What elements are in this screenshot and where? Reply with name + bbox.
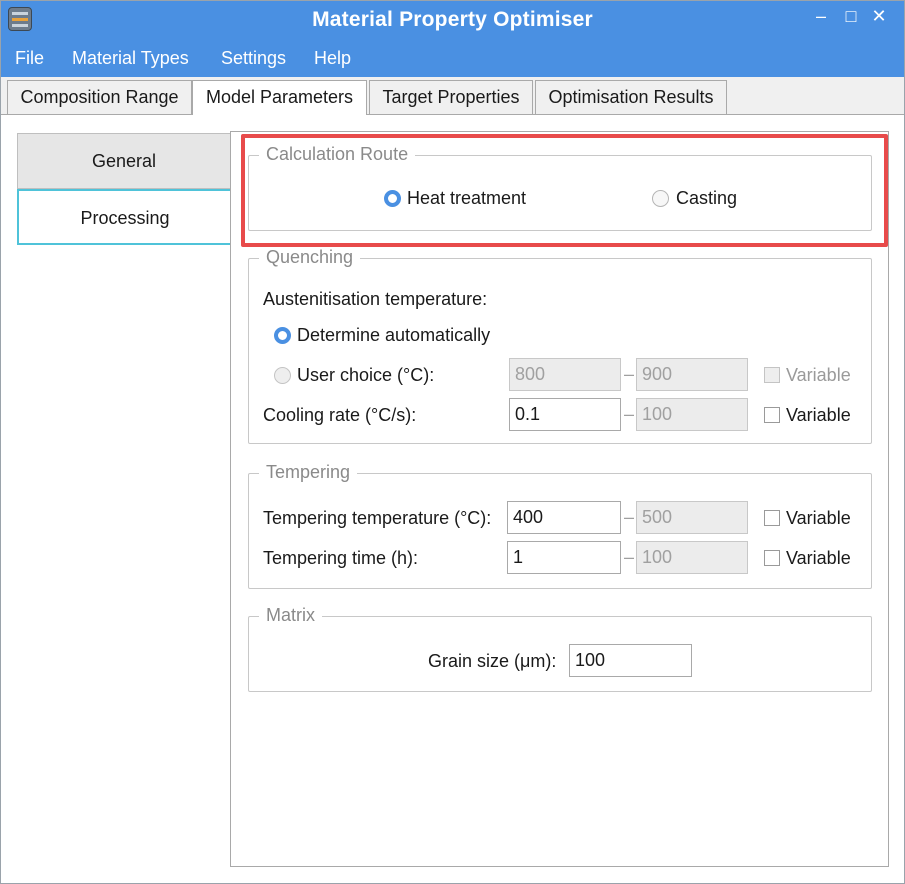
tempering-group: Tempering Tempering temperature (°C): 40… xyxy=(248,462,872,589)
menu-help[interactable]: Help xyxy=(314,48,351,69)
sidebar-item-general[interactable]: General xyxy=(17,133,231,189)
quenching-title: Quenching xyxy=(259,247,361,268)
heat-treatment-label[interactable]: Heat treatment xyxy=(407,188,526,209)
tempering-time-label: Tempering time (h): xyxy=(263,548,419,568)
tempering-title: Tempering xyxy=(259,462,358,483)
menu-bar: File Material Types Settings Help xyxy=(1,39,904,77)
title-bar: Material Property Optimiser – □ ✕ xyxy=(1,1,904,39)
tab-composition-range[interactable]: Composition Range xyxy=(7,80,192,115)
tempering-time-min-input[interactable]: 1 xyxy=(507,541,621,574)
range-dash: – xyxy=(623,547,634,567)
heat-treatment-radio[interactable] xyxy=(384,190,401,207)
tab-content: General Processing Calculation Route Hea… xyxy=(1,115,904,883)
menu-material-types[interactable]: Material Types xyxy=(72,48,189,69)
cooling-rate-variable-checkbox[interactable] xyxy=(764,407,780,423)
tempering-temperature-min-input[interactable]: 400 xyxy=(507,501,621,534)
determine-auto-label[interactable]: Determine automatically xyxy=(297,325,490,346)
menu-settings[interactable]: Settings xyxy=(221,48,286,69)
sidebar-item-processing[interactable]: Processing xyxy=(17,189,231,245)
minimize-button[interactable]: – xyxy=(809,4,833,28)
user-choice-max-input[interactable]: 900 xyxy=(636,358,748,391)
cooling-rate-min-input[interactable]: 0.1 xyxy=(509,398,621,431)
casting-label[interactable]: Casting xyxy=(676,188,737,209)
grain-size-label: Grain size (μm): xyxy=(428,651,557,671)
user-choice-variable-label: Variable xyxy=(786,365,851,385)
user-choice-label[interactable]: User choice (°C): xyxy=(297,365,434,386)
tab-bar: Composition Range Model Parameters Targe… xyxy=(1,77,904,116)
tempering-time-max-input[interactable]: 100 xyxy=(636,541,748,574)
tab-optimisation-results[interactable]: Optimisation Results xyxy=(535,80,727,115)
tab-model-parameters[interactable]: Model Parameters xyxy=(192,80,367,116)
calculation-route-group: Calculation Route Heat treatment Casting xyxy=(248,144,872,231)
user-choice-min-input[interactable]: 800 xyxy=(509,358,621,391)
quenching-group: Quenching Austenitisation temperature: D… xyxy=(248,247,872,444)
calculation-route-title: Calculation Route xyxy=(259,144,416,165)
window-title: Material Property Optimiser xyxy=(312,8,593,31)
user-choice-radio[interactable] xyxy=(274,367,291,384)
grain-size-input[interactable]: 100 xyxy=(569,644,692,677)
tempering-temperature-max-input[interactable]: 500 xyxy=(636,501,748,534)
tempering-temperature-label: Tempering temperature (°C): xyxy=(263,508,492,528)
determine-auto-radio[interactable] xyxy=(274,327,291,344)
casting-radio[interactable] xyxy=(652,190,669,207)
tempering-temperature-variable-label[interactable]: Variable xyxy=(786,508,851,529)
range-dash: – xyxy=(623,364,634,384)
matrix-group: Matrix Grain size (μm): 100 xyxy=(248,605,872,692)
cooling-rate-label: Cooling rate (°C/s): xyxy=(263,405,417,425)
menu-file[interactable]: File xyxy=(15,48,44,69)
tempering-time-variable-label[interactable]: Variable xyxy=(786,548,851,569)
range-dash: – xyxy=(623,507,634,527)
austenitisation-label: Austenitisation temperature: xyxy=(263,289,488,309)
tab-target-properties[interactable]: Target Properties xyxy=(369,80,533,115)
processing-panel: Calculation Route Heat treatment Casting… xyxy=(230,131,889,867)
cooling-rate-max-input[interactable]: 100 xyxy=(636,398,748,431)
user-choice-variable-checkbox[interactable] xyxy=(764,367,780,383)
tempering-temperature-variable-checkbox[interactable] xyxy=(764,510,780,526)
close-button[interactable]: ✕ xyxy=(867,4,891,28)
app-window: Material Property Optimiser – □ ✕ File M… xyxy=(0,0,905,884)
tempering-time-variable-checkbox[interactable] xyxy=(764,550,780,566)
cooling-rate-variable-label[interactable]: Variable xyxy=(786,405,851,426)
maximize-button[interactable]: □ xyxy=(839,4,863,28)
range-dash: – xyxy=(623,404,634,424)
matrix-title: Matrix xyxy=(259,605,322,626)
